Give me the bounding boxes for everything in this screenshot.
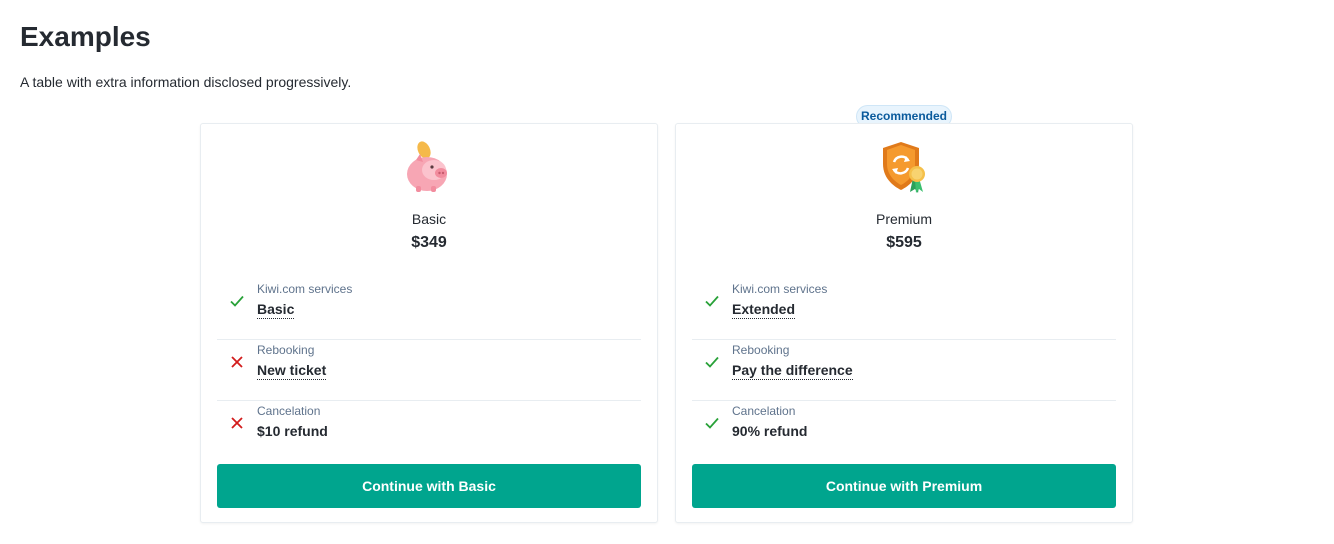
- check-icon: [705, 417, 719, 429]
- close-icon: [231, 417, 243, 429]
- basic-tier-card: Basic $349 Kiwi.com services Basic Reboo…: [200, 123, 658, 523]
- page-description: A table with extra information disclosed…: [20, 74, 352, 90]
- tier-name: Premium: [875, 211, 932, 227]
- page-title: Examples: [20, 21, 151, 52]
- feature-row: Rebooking New ticket: [217, 340, 641, 401]
- feature-value-tooltip[interactable]: Pay the difference: [732, 361, 853, 380]
- feature-label: Cancelation: [732, 404, 796, 418]
- feature-label: Rebooking: [257, 343, 315, 357]
- feature-list: Kiwi.com services Basic Rebooking New ti…: [217, 279, 641, 462]
- feature-row: Rebooking Pay the difference: [692, 340, 1116, 401]
- tier-name: Basic: [411, 211, 447, 227]
- feature-value-tooltip[interactable]: Basic: [257, 300, 295, 319]
- feature-value: 90% refund: [732, 423, 808, 439]
- feature-list: Kiwi.com services Extended Rebooking Pay…: [692, 279, 1116, 462]
- feature-row: Kiwi.com services Extended: [692, 279, 1116, 340]
- continue-basic-button[interactable]: Continue with Basic: [217, 464, 641, 508]
- tier-price: $349: [411, 234, 447, 251]
- check-icon: [705, 356, 719, 368]
- feature-row: Cancelation $10 refund: [217, 401, 641, 462]
- premium-tier-card: Premium $595 Kiwi.com services Extended …: [675, 123, 1133, 523]
- feature-label: Cancelation: [257, 404, 321, 418]
- continue-premium-button[interactable]: Continue with Premium: [692, 464, 1116, 508]
- feature-label: Kiwi.com services: [732, 282, 828, 296]
- feature-value-tooltip[interactable]: Extended: [732, 300, 796, 319]
- feature-label: Kiwi.com services: [257, 282, 353, 296]
- feature-row: Kiwi.com services Basic: [217, 279, 641, 340]
- tier-price: $595: [886, 234, 922, 251]
- feature-row: Cancelation 90% refund: [692, 401, 1116, 462]
- close-icon: [231, 356, 243, 368]
- premium-shield-badge-icon: [883, 142, 925, 193]
- feature-label: Rebooking: [732, 343, 790, 357]
- check-icon: [230, 295, 244, 307]
- piggy-bank-icon: [407, 141, 447, 192]
- feature-value: $10 refund: [257, 423, 328, 439]
- feature-value-tooltip[interactable]: New ticket: [257, 361, 327, 380]
- check-icon: [705, 295, 719, 307]
